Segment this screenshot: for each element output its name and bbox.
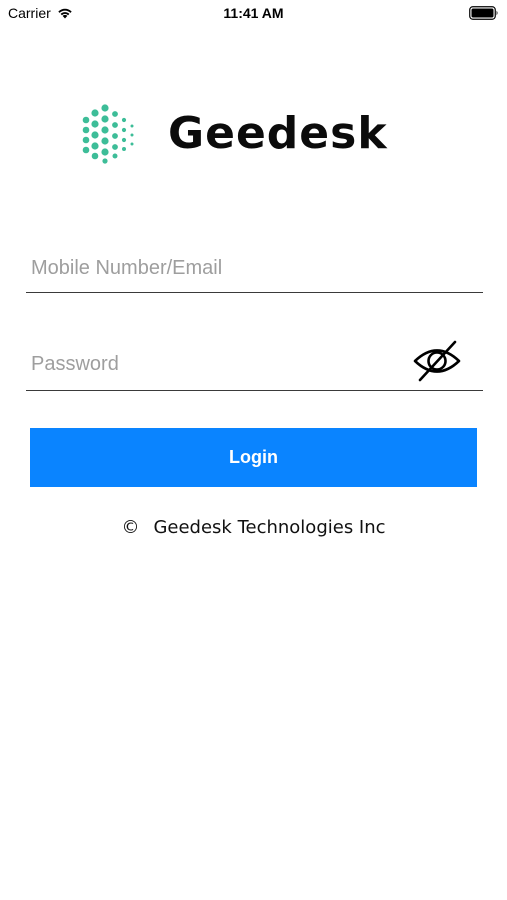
brand-name: Geedesk: [168, 108, 388, 159]
copyright-symbol: ©: [121, 517, 140, 538]
status-time: 11:41 AM: [223, 5, 284, 21]
password-input[interactable]: [26, 344, 391, 384]
brand-logo: Geedesk: [80, 104, 388, 164]
copyright-text: Geedesk Technologies Inc: [153, 517, 386, 538]
login-button[interactable]: Login: [30, 428, 477, 487]
copyright-notice: © Geedesk Technologies Inc: [0, 517, 507, 538]
status-bar: Carrier 11:41 AM: [0, 0, 507, 28]
battery-icon: [469, 6, 498, 20]
geedesk-logo-icon: [82, 104, 134, 164]
password-field-container: [26, 340, 483, 391]
email-field-container: [26, 248, 483, 293]
mobile-email-input[interactable]: [26, 248, 391, 288]
eye-slash-icon[interactable]: [411, 338, 463, 384]
